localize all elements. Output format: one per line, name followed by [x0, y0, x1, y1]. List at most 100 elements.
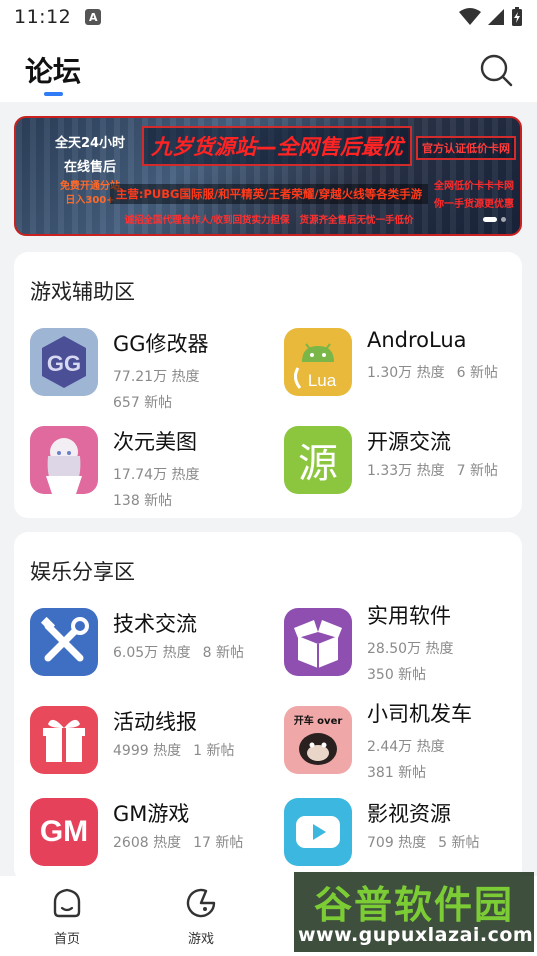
forum-stats: 28.50万 热度 350 新帖: [367, 636, 507, 688]
yuan-glyph: 源: [298, 441, 338, 487]
meme-icon: 开车 over: [284, 706, 352, 774]
battery-icon: [512, 7, 522, 26]
forum-heat: 1.30万 热度: [367, 365, 445, 381]
forum-item-open-source[interactable]: 源 开源交流 1.33万 热度 7 新帖: [284, 426, 524, 500]
forum-stats: 2.44万 热度 381 新帖: [367, 734, 507, 786]
forum-stats: 709 热度 5 新帖: [367, 830, 527, 856]
forum-item-gg[interactable]: GG GG修改器 77.21万 热度 657 新帖: [30, 328, 270, 411]
box-icon: [284, 608, 352, 676]
banner-headline: 九岁货源站—全网售后最优: [142, 126, 412, 166]
notification-icon: A: [85, 9, 102, 25]
forum-posts: 8 新帖: [202, 645, 244, 661]
forum-heat: 709 热度: [367, 835, 427, 851]
forum-posts: 7 新帖: [456, 463, 498, 479]
status-indicators: [459, 7, 523, 27]
section-title: 游戏辅助区: [30, 280, 135, 304]
forum-posts: 6 新帖: [456, 365, 498, 381]
banner-sub-line: 诚招全国代理合作人/收到回货实力担保 货源齐全售后无忧一手低价: [110, 208, 428, 230]
forum-name: 小司机发车: [367, 702, 472, 726]
forum-item-androlua[interactable]: Lua AndroLua 1.30万 热度 6 新帖: [284, 328, 524, 402]
androlua-icon: Lua: [284, 328, 352, 396]
gm-icon: GM: [30, 798, 98, 866]
forum-item-events[interactable]: 活动线报 4999 热度 1 新帖: [30, 706, 270, 780]
banner-main-line: 主营:PUBG国际服/和平精英/王者荣耀/穿越火线等各类手游: [110, 184, 428, 204]
forum-name: 开源交流: [367, 430, 451, 454]
tab-indicator: [44, 92, 63, 96]
forum-heat: 2.44万 热度: [367, 739, 445, 755]
svg-text:GG: GG: [47, 351, 81, 376]
forum-name: AndroLua: [367, 328, 467, 352]
forum-heat: 28.50万 热度: [367, 641, 454, 657]
forum-item-driver[interactable]: 开车 over 小司机发车 2.44万 热度 381 新帖: [284, 698, 524, 781]
banner-pagination: [483, 217, 506, 222]
banner-badge: 官方认证低价卡网: [416, 136, 516, 160]
banner-left-line: 全天24小时: [54, 136, 126, 151]
forum-posts: 17 新帖: [193, 835, 244, 851]
search-icon[interactable]: [478, 52, 514, 88]
forum-stats: 2608 热度 17 新帖: [113, 830, 273, 856]
gg-icon: GG: [30, 328, 98, 396]
forum-stats: 6.05万 热度 8 新帖: [113, 640, 273, 666]
nav-item-home[interactable]: 首页: [37, 886, 97, 947]
anime-girl-icon: [30, 426, 98, 494]
banner-right-text: 全网低价卡卡卡网 你一手货源更优惠: [428, 178, 520, 214]
forum-heat: 1.33万 热度: [367, 463, 445, 479]
forum-stats: 1.30万 热度 6 新帖: [367, 360, 527, 386]
forum-item-software[interactable]: 实用软件 28.50万 热度 350 新帖: [284, 600, 524, 683]
section-entertainment: 娱乐分享区 技术交流 6.05万 热度 8 新帖 实用软件 28.50万 热度 …: [14, 532, 522, 882]
section-game-assist: 游戏辅助区 GG GG修改器 77.21万 热度 657 新帖 Lua Andr…: [14, 252, 522, 518]
watermark-cn: 谷普软件园: [313, 882, 514, 927]
forum-posts: 657 新帖: [113, 395, 173, 411]
banner-right-line: 全网低价卡卡卡网: [434, 181, 514, 192]
watermark-logo: 谷普软件园 www.gupuxlazai.com: [294, 872, 534, 952]
forum-stats: 4999 热度 1 新帖: [113, 738, 273, 764]
page-header: 论坛: [0, 34, 537, 102]
forum-item-tech[interactable]: 技术交流 6.05万 热度 8 新帖: [30, 608, 270, 682]
banner-dot: [501, 217, 506, 222]
forum-heat: 4999 热度: [113, 743, 182, 759]
forum-name: GM游戏: [113, 802, 190, 826]
banner-dot-active: [483, 217, 497, 222]
page-title: 论坛: [25, 55, 82, 88]
tools-icon: [30, 608, 98, 676]
forum-stats: 17.74万 热度 138 新帖: [113, 462, 253, 514]
forum-item-gm-games[interactable]: GM GM游戏 2608 热度 17 新帖: [30, 798, 270, 872]
game-icon: [186, 888, 216, 918]
forum-name: 次元美图: [113, 430, 197, 454]
signal-icon: [488, 9, 504, 25]
forum-posts: 5 新帖: [438, 835, 480, 851]
nav-item-games[interactable]: 游戏: [171, 886, 231, 947]
forum-posts: 138 新帖: [113, 493, 173, 509]
home-icon: [53, 888, 81, 918]
forum-heat: 77.21万 热度: [113, 369, 200, 385]
forum-posts: 381 新帖: [367, 765, 427, 781]
banner-sub-left: 诚招全国代理合作人/收到回货实力担保: [124, 215, 290, 226]
forum-heat: 17.74万 热度: [113, 467, 200, 483]
forum-name: 活动线报: [113, 710, 197, 734]
forum-stats: 1.33万 热度 7 新帖: [367, 458, 527, 484]
gift-icon: [30, 706, 98, 774]
forum-stats: 77.21万 热度 657 新帖: [113, 364, 253, 416]
yuan-icon: 源: [284, 426, 352, 494]
forum-name: 实用软件: [367, 604, 451, 628]
forum-posts: 350 新帖: [367, 667, 427, 683]
banner-right-line: 你一手货源更优惠: [434, 199, 514, 210]
forum-item-video[interactable]: 影视资源 709 热度 5 新帖: [284, 798, 524, 872]
nav-label: 首页: [53, 932, 80, 947]
watermark-url: www.gupuxlazai.com: [298, 924, 534, 946]
forum-heat: 2608 热度: [113, 835, 182, 851]
forum-name: 技术交流: [113, 612, 197, 636]
promo-banner[interactable]: 全天24小时 在线售后 免费开通分站 日入300+ 九岁货源站—全网售后最优 官…: [14, 116, 522, 236]
meme-caption: 开车 over: [293, 716, 343, 727]
banner-left-line: 在线售后: [63, 160, 116, 175]
status-bar: 11:12 A: [0, 0, 537, 34]
section-title: 娱乐分享区: [30, 560, 135, 584]
forum-heat: 6.05万 热度: [113, 645, 191, 661]
svg-text:Lua: Lua: [308, 371, 337, 390]
wifi-icon: [459, 8, 481, 25]
forum-name: 影视资源: [367, 802, 451, 826]
forum-name: GG修改器: [113, 332, 209, 356]
forum-item-anime-art[interactable]: 次元美图 17.74万 热度 138 新帖: [30, 426, 270, 509]
forum-posts: 1 新帖: [193, 743, 235, 759]
status-time: 11:12: [14, 6, 72, 28]
